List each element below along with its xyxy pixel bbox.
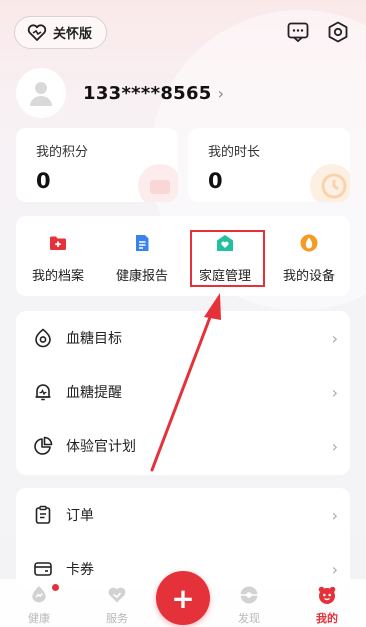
top-bar: 关怀版 [0, 0, 366, 66]
tab-label: 服务 [106, 612, 128, 625]
phone-number[interactable]: 133****8565 [83, 83, 212, 104]
points-card[interactable]: 我的积分 0 [16, 128, 178, 202]
settings-icon[interactable] [326, 20, 350, 44]
quick-action-label: 我的设备 [282, 269, 335, 284]
mine-icon [318, 586, 336, 604]
duration-label: 我的时长 [208, 145, 261, 160]
quick-action-device[interactable]: 我的设备 [269, 216, 349, 296]
service-icon [108, 587, 126, 603]
chevron-right-icon: › [331, 328, 338, 348]
care-mode-button[interactable]: 关怀版 [14, 16, 107, 49]
chevron-right-icon: › [331, 382, 338, 402]
menu-item-label: 订单 [66, 508, 94, 524]
chevron-right-icon: › [331, 505, 338, 525]
quick-action-report[interactable]: 健康报告 [102, 216, 182, 296]
quick-actions: 我的档案 健康报告 家庭管理 我的设备 [16, 216, 350, 296]
quick-action-label: 我的档案 [31, 269, 84, 284]
tab-discover[interactable]: 发现 [219, 579, 279, 627]
points-label: 我的积分 [36, 145, 89, 160]
menu-item-label: 血糖提醒 [66, 385, 122, 401]
menu-item-glucose-reminder[interactable]: 血糖提醒 › [16, 365, 350, 419]
health-icon [32, 586, 46, 603]
menu-item-orders[interactable]: 订单 › [16, 488, 350, 542]
alarm-icon [35, 384, 51, 401]
report-icon [136, 235, 149, 251]
discover-icon [240, 586, 258, 604]
menu-group-glucose: 血糖目标 › 血糖提醒 › 体验官计划 › [16, 311, 350, 475]
folder-icon [50, 236, 66, 250]
clock-decor-icon [310, 164, 350, 202]
tab-label: 发现 [238, 612, 260, 625]
pie-chart-icon [34, 436, 53, 455]
menu-item-label: 体验官计划 [66, 439, 136, 455]
tab-mine[interactable]: 我的 [297, 579, 357, 627]
avatar[interactable] [16, 68, 66, 118]
quick-action-label: 健康报告 [115, 269, 168, 284]
menu-item-label: 卡券 [66, 562, 94, 578]
heart-icon [27, 23, 47, 41]
tab-health[interactable]: 健康 [9, 579, 69, 627]
menu-item-label: 血糖目标 [66, 331, 122, 347]
chevron-right-icon: › [331, 559, 338, 579]
points-decor-icon [138, 164, 178, 202]
menu-item-glucose-target[interactable]: 血糖目标 › [16, 311, 350, 365]
tab-label: 我的 [316, 612, 338, 625]
device-icon [300, 234, 318, 252]
menu-item-experience-plan[interactable]: 体验官计划 › [16, 419, 350, 473]
chevron-right-icon: › [217, 83, 225, 103]
tab-service[interactable]: 服务 [87, 579, 147, 627]
tab-label: 健康 [28, 612, 50, 625]
quick-action-archive[interactable]: 我的档案 [18, 216, 98, 296]
message-icon[interactable] [286, 20, 310, 44]
target-icon [35, 328, 51, 348]
notification-dot [52, 584, 59, 591]
duration-card[interactable]: 我的时长 0 [188, 128, 350, 202]
chevron-right-icon: › [331, 436, 338, 456]
user-avatar-icon [30, 82, 52, 106]
wallet-icon [34, 562, 52, 576]
add-button[interactable]: + [156, 571, 210, 625]
highlight-box [190, 230, 265, 287]
profile-row[interactable]: 133****8565 › [16, 68, 224, 118]
care-mode-label: 关怀版 [53, 27, 93, 42]
order-icon [35, 505, 51, 524]
